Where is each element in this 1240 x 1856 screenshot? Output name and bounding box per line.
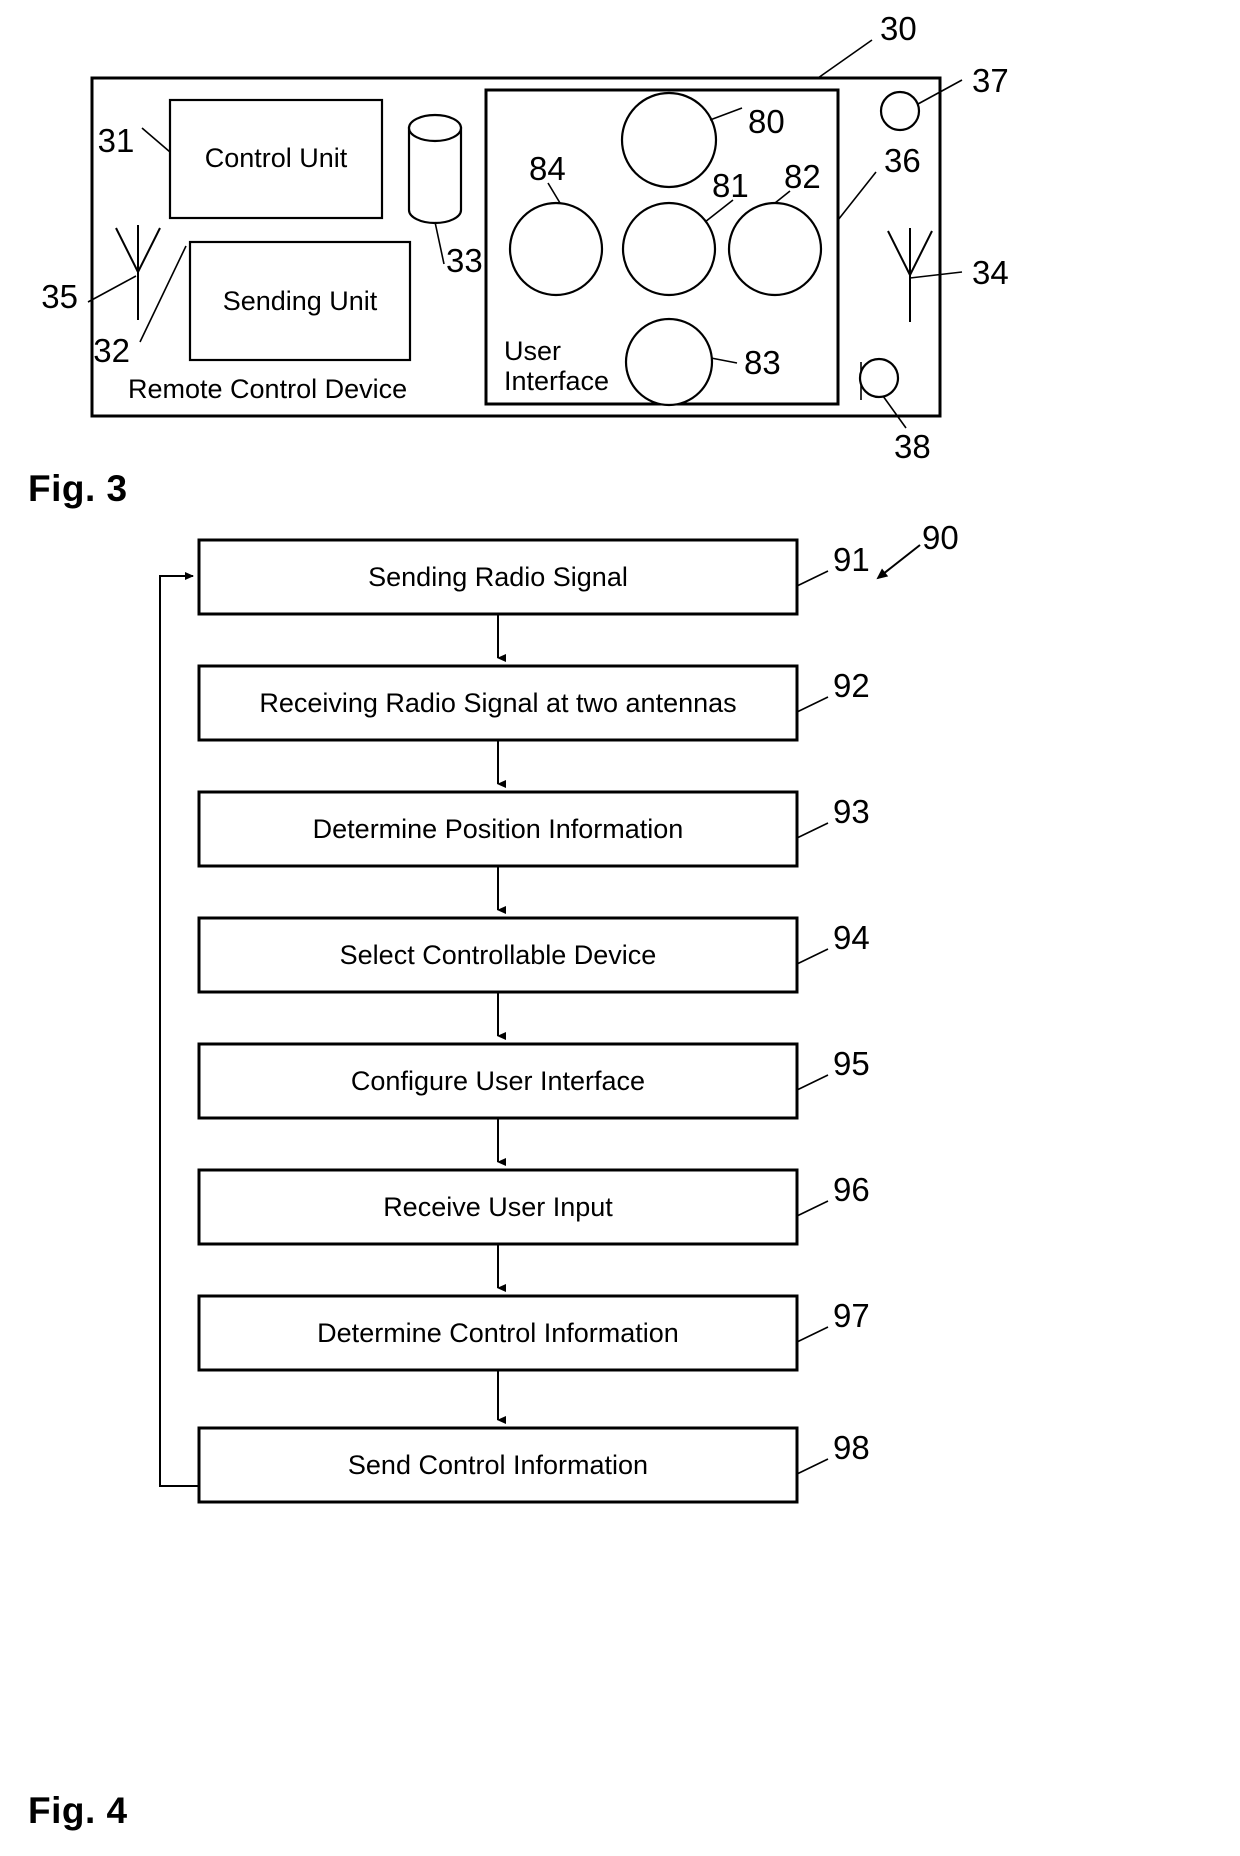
user-interface-label-line2: Interface (504, 366, 609, 396)
sending-unit-label: Sending Unit (223, 286, 378, 316)
ref-93: 93 (833, 793, 870, 830)
remote-control-device-label: Remote Control Device (128, 374, 407, 404)
flow-step-93-label: Determine Position Information (313, 814, 684, 844)
ref-91: 91 (833, 541, 870, 578)
flow-step-95-label: Configure User Interface (351, 1066, 645, 1096)
ref-92-leader (796, 696, 829, 713)
flow-step-98-label: Send Control Information (348, 1450, 648, 1480)
ref-80: 80 (748, 103, 785, 140)
ref-95: 95 (833, 1045, 870, 1082)
indicator-circle-icon-38 (858, 357, 900, 399)
ref-98: 98 (833, 1429, 870, 1466)
ui-button-82[interactable] (727, 201, 823, 297)
control-unit-label: Control Unit (205, 143, 348, 173)
flow-step-92-label: Receiving Radio Signal at two antennas (259, 688, 736, 718)
fig3-group: 30 Control Unit 31 Sending Unit 32 Remot… (41, 10, 1008, 465)
ref-91-leader (796, 570, 829, 587)
indicator-circle-icon-37 (879, 90, 921, 132)
ui-button-81[interactable] (621, 201, 717, 297)
flow-step-96-label: Receive User Input (383, 1192, 613, 1222)
user-interface-label-line1: User (504, 336, 561, 366)
ui-button-84[interactable] (508, 201, 604, 297)
ui-button-83[interactable] (624, 317, 714, 407)
ref-30: 30 (880, 10, 917, 47)
flow-step-94-label: Select Controllable Device (340, 940, 657, 970)
fig4-group: 90 Sending Radio Signal 91 Receiving Rad… (159, 519, 959, 1504)
ref-90: 90 (922, 519, 959, 556)
ref-30-leader (817, 39, 873, 79)
ref-94: 94 (833, 919, 870, 956)
drawing-sheet: 30 Control Unit 31 Sending Unit 32 Remot… (0, 0, 1240, 1856)
ref-31: 31 (98, 122, 135, 159)
flow-step-91-label: Sending Radio Signal (368, 562, 628, 592)
cylinder-database-icon (407, 113, 463, 225)
ref-36: 36 (884, 142, 921, 179)
ref-83: 83 (744, 344, 781, 381)
ref-95-leader (796, 1074, 829, 1091)
ref-81: 81 (712, 167, 749, 204)
ref-93-leader (796, 822, 829, 839)
ref-33: 33 (446, 242, 483, 279)
ref-98-leader (796, 1458, 829, 1475)
flow-step-97-label: Determine Control Information (317, 1318, 679, 1348)
ref-38: 38 (894, 428, 931, 465)
ref-96-leader (796, 1200, 829, 1217)
ref-35: 35 (41, 278, 78, 315)
fig4-caption: Fig. 4 (28, 1790, 128, 1831)
ref-96: 96 (833, 1171, 870, 1208)
ref-97-leader (796, 1326, 829, 1343)
ref-97: 97 (833, 1297, 870, 1334)
ref-84: 84 (529, 150, 566, 187)
ref-34: 34 (972, 254, 1009, 291)
ref-82: 82 (784, 158, 821, 195)
fig3-caption: Fig. 3 (28, 468, 128, 509)
ref-37: 37 (972, 62, 1009, 99)
feedback-loop-path (159, 572, 199, 1487)
ref-94-leader (796, 948, 829, 965)
patent-figures-svg: 30 Control Unit 31 Sending Unit 32 Remot… (41, 10, 1009, 1504)
ui-button-80[interactable] (620, 91, 718, 189)
ref-92: 92 (833, 667, 870, 704)
ref-90-arrow (876, 544, 921, 580)
ref-32: 32 (93, 332, 130, 369)
